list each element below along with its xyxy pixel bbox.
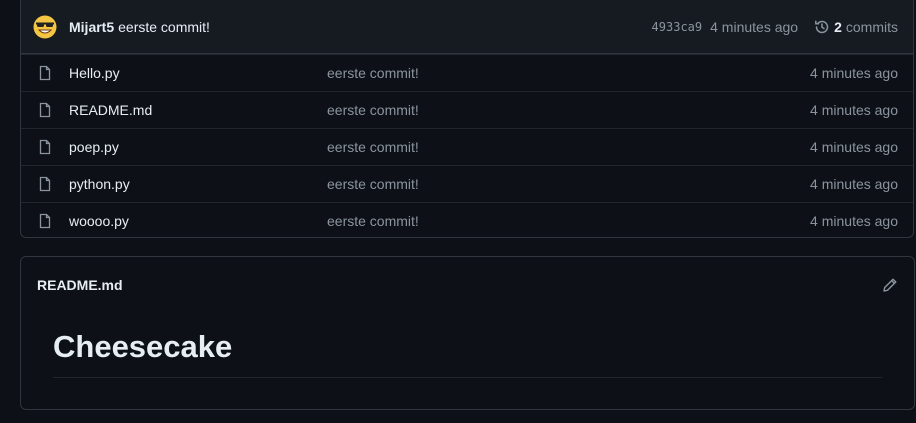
file-row[interactable]: poep.py eerste commit! 4 minutes ago (21, 128, 913, 165)
file-commit-message-link[interactable]: eerste commit! (327, 65, 810, 81)
file-age: 4 minutes ago (810, 213, 898, 229)
avatar[interactable] (33, 15, 57, 39)
file-icon (37, 65, 53, 81)
commits-label: commits (845, 19, 898, 35)
commit-age: 4 minutes ago (710, 19, 799, 35)
file-icon (37, 176, 53, 192)
readme-heading: Cheesecake (53, 329, 882, 378)
readme-filename[interactable]: README.md (37, 277, 123, 293)
file-name-link[interactable]: README.md (69, 102, 327, 118)
file-commit-message-link[interactable]: eerste commit! (327, 139, 810, 155)
commits-history-link[interactable]: 2 commits (814, 19, 898, 35)
latest-commit-header: Mijart5 eerste commit! 4933ca9 4 minutes… (21, 0, 913, 54)
file-commit-message-link[interactable]: eerste commit! (327, 102, 810, 118)
file-name-link[interactable]: poep.py (69, 139, 327, 155)
file-row[interactable]: Hello.py eerste commit! 4 minutes ago (21, 54, 913, 91)
commit-sha-link[interactable]: 4933ca9 (652, 20, 703, 34)
file-icon (37, 102, 53, 118)
readme-box: README.md Cheesecake (20, 256, 915, 410)
file-row[interactable]: woooo.py eerste commit! 4 minutes ago (21, 202, 913, 237)
file-commit-message-link[interactable]: eerste commit! (327, 213, 810, 229)
file-age: 4 minutes ago (810, 102, 898, 118)
file-icon (37, 213, 53, 229)
file-icon (37, 139, 53, 155)
commit-message-link[interactable]: eerste commit! (118, 19, 210, 35)
file-name-link[interactable]: woooo.py (69, 213, 327, 229)
file-age: 4 minutes ago (810, 176, 898, 192)
file-name-link[interactable]: python.py (69, 176, 327, 192)
pencil-icon[interactable] (882, 277, 898, 293)
readme-header: README.md (21, 257, 914, 313)
file-row[interactable]: README.md eerste commit! 4 minutes ago (21, 91, 913, 128)
file-age: 4 minutes ago (810, 139, 898, 155)
file-name-link[interactable]: Hello.py (69, 65, 327, 81)
file-row[interactable]: python.py eerste commit! 4 minutes ago (21, 165, 913, 202)
file-list-box: Mijart5 eerste commit! 4933ca9 4 minutes… (20, 0, 914, 238)
commit-author-link[interactable]: Mijart5 (69, 19, 114, 35)
file-age: 4 minutes ago (810, 65, 898, 81)
file-commit-message-link[interactable]: eerste commit! (327, 176, 810, 192)
commit-count: 2 (834, 19, 842, 35)
readme-content: Cheesecake (21, 313, 914, 378)
history-icon (814, 19, 830, 35)
